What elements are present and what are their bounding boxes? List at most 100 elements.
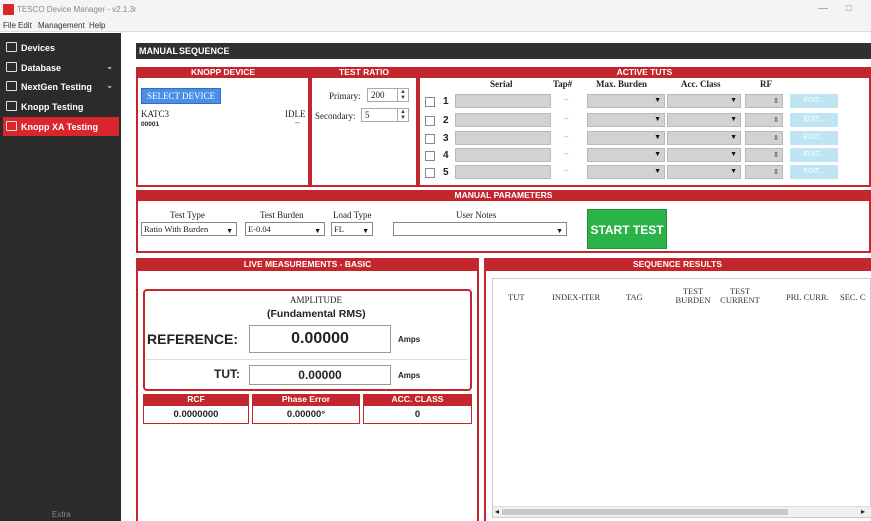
scroll-thumb[interactable] (502, 509, 788, 515)
sidebar-item-label: Knopp XA Testing (21, 121, 98, 132)
test-burden-value: E-0.04 (248, 224, 271, 234)
tut-edit-button[interactable]: EDIT... (790, 131, 838, 145)
menu-help[interactable]: Help (89, 21, 105, 30)
sidebar: Devices Database ⌄ NextGen Testing ⌄ Kno… (0, 33, 121, 521)
dropdown-caret-icon: ▼ (654, 151, 661, 158)
menu-file[interactable]: File (3, 21, 16, 30)
device-serial: 00001 (141, 121, 160, 128)
acc-class-dropdown[interactable]: ▼ (667, 94, 741, 108)
tab-bar: MANUAL SEQUENCE (136, 43, 871, 59)
test-ratio-header: TEST RATIO (310, 67, 418, 78)
max-burden-dropdown[interactable]: ▼ (587, 165, 665, 179)
col-test-current: TEST CURRENT (718, 287, 762, 305)
user-notes-label: User Notes (456, 210, 497, 220)
tut-edit-button[interactable]: EDIT... (790, 94, 838, 108)
menu-edit[interactable]: Edit (18, 21, 32, 30)
sidebar-footer: Extra (52, 510, 71, 519)
rf-stepper[interactable]: ⇳ (745, 131, 783, 145)
stepper-arrows-icon[interactable]: ▲ ▼ (397, 89, 408, 101)
max-burden-dropdown[interactable]: ▼ (587, 148, 665, 162)
col-acc-class: Acc. Class (681, 79, 721, 89)
tut-tap: -- (564, 97, 569, 104)
sidebar-item-label: Knopp Testing (21, 101, 84, 112)
tut-tap: -- (564, 151, 569, 158)
max-burden-dropdown[interactable]: ▼ (587, 131, 665, 145)
acc-class-dropdown[interactable]: ▼ (667, 131, 741, 145)
acc-class-dropdown[interactable]: ▼ (667, 148, 741, 162)
reference-value: 0.00000 (249, 325, 391, 353)
tut-edit-button[interactable]: EDIT... (790, 165, 838, 179)
stepper-arrows-icon: ⇳ (773, 98, 779, 105)
minimize-button[interactable]: — (818, 3, 828, 14)
tut-checkbox[interactable] (425, 168, 435, 178)
primary-stepper[interactable]: 200 ▲ ▼ (367, 88, 409, 102)
col-test-current-line2: CURRENT (720, 295, 760, 305)
knopp-device-panel (136, 67, 310, 187)
tut-checkbox[interactable] (425, 116, 435, 126)
sidebar-item-database[interactable]: Database ⌄ (3, 58, 119, 77)
stepper-arrows-icon[interactable]: ▲ ▼ (397, 109, 408, 121)
scroll-right-icon[interactable]: ▸ (861, 507, 865, 516)
rf-stepper[interactable]: ⇳ (745, 165, 783, 179)
test-burden-dropdown[interactable]: E-0.04 ▼ (245, 222, 325, 236)
load-type-label: Load Type (333, 210, 372, 220)
dropdown-caret-icon: ▼ (730, 168, 737, 175)
database-icon (6, 62, 17, 72)
tut-edit-button[interactable]: EDIT... (790, 113, 838, 127)
horizontal-scrollbar[interactable]: ◂ ▸ (493, 506, 871, 517)
sidebar-item-nextgen-testing[interactable]: NextGen Testing ⌄ (3, 77, 119, 96)
sidebar-item-knopp-xa-testing[interactable]: Knopp XA Testing (3, 117, 119, 136)
sequence-results-table (492, 278, 871, 518)
col-max-burden: Max. Burden (596, 79, 648, 89)
acc-class-header: ACC. CLASS (363, 394, 472, 405)
sidebar-item-knopp-testing[interactable]: Knopp Testing (3, 97, 119, 116)
reference-label: REFERENCE: (147, 331, 239, 347)
test-type-dropdown[interactable]: Ratio With Burden ▼ (141, 222, 237, 236)
test-type-value: Ratio With Burden (144, 224, 209, 234)
tut-serial-input[interactable] (455, 131, 551, 145)
scroll-left-icon[interactable]: ◂ (495, 507, 499, 516)
sidebar-item-devices[interactable]: Devices (3, 38, 119, 57)
user-notes-dropdown[interactable]: ▼ (393, 222, 567, 236)
tut-serial-input[interactable] (455, 148, 551, 162)
window-title: TESCO Device Manager - v2.1.3r (17, 5, 137, 14)
test-type-label: Test Type (170, 210, 205, 220)
max-burden-dropdown[interactable]: ▼ (587, 94, 665, 108)
tut-serial-input[interactable] (455, 94, 551, 108)
dropdown-caret-icon: ▼ (314, 227, 321, 235)
knopp-device-header: KNOPP DEVICE (136, 67, 310, 78)
tut-edit-button[interactable]: EDIT... (790, 148, 838, 162)
load-type-value: FL (334, 224, 344, 234)
phase-error-value: 0.00000° (252, 405, 360, 424)
menu-management[interactable]: Management (38, 21, 85, 30)
acc-class-value: 0 (363, 405, 472, 424)
dropdown-caret-icon: ▼ (654, 168, 661, 175)
rf-stepper[interactable]: ⇳ (745, 113, 783, 127)
rf-stepper[interactable]: ⇳ (745, 148, 783, 162)
tab-sequence[interactable]: SEQUENCE (179, 46, 230, 56)
maximize-button[interactable]: □ (846, 3, 852, 14)
load-type-dropdown[interactable]: FL ▼ (331, 222, 373, 236)
sequence-results-header: SEQUENCE RESULTS (484, 258, 871, 271)
max-burden-dropdown[interactable]: ▼ (587, 113, 665, 127)
tut-unit: Amps (398, 371, 421, 380)
tut-checkbox[interactable] (425, 97, 435, 107)
start-test-button[interactable]: START TEST (587, 209, 667, 249)
secondary-label: Secondary: (315, 111, 356, 121)
tut-serial-input[interactable] (455, 165, 551, 179)
secondary-value: 5 (365, 110, 370, 120)
acc-class-dropdown[interactable]: ▼ (667, 165, 741, 179)
tut-serial-input[interactable] (455, 113, 551, 127)
divider (146, 359, 468, 360)
acc-class-dropdown[interactable]: ▼ (667, 113, 741, 127)
dropdown-caret-icon: ▼ (730, 116, 737, 123)
tut-checkbox[interactable] (425, 151, 435, 161)
select-device-button[interactable]: SELECT DEVICE (141, 88, 221, 104)
tab-manual[interactable]: MANUAL (139, 46, 178, 56)
rf-stepper[interactable]: ⇳ (745, 94, 783, 108)
stepper-arrows-icon: ⇳ (773, 152, 779, 159)
secondary-stepper[interactable]: 5 ▲ ▼ (361, 108, 409, 122)
test-ratio-panel (310, 67, 418, 187)
device-name: KATC3 (141, 109, 170, 119)
tut-checkbox[interactable] (425, 134, 435, 144)
